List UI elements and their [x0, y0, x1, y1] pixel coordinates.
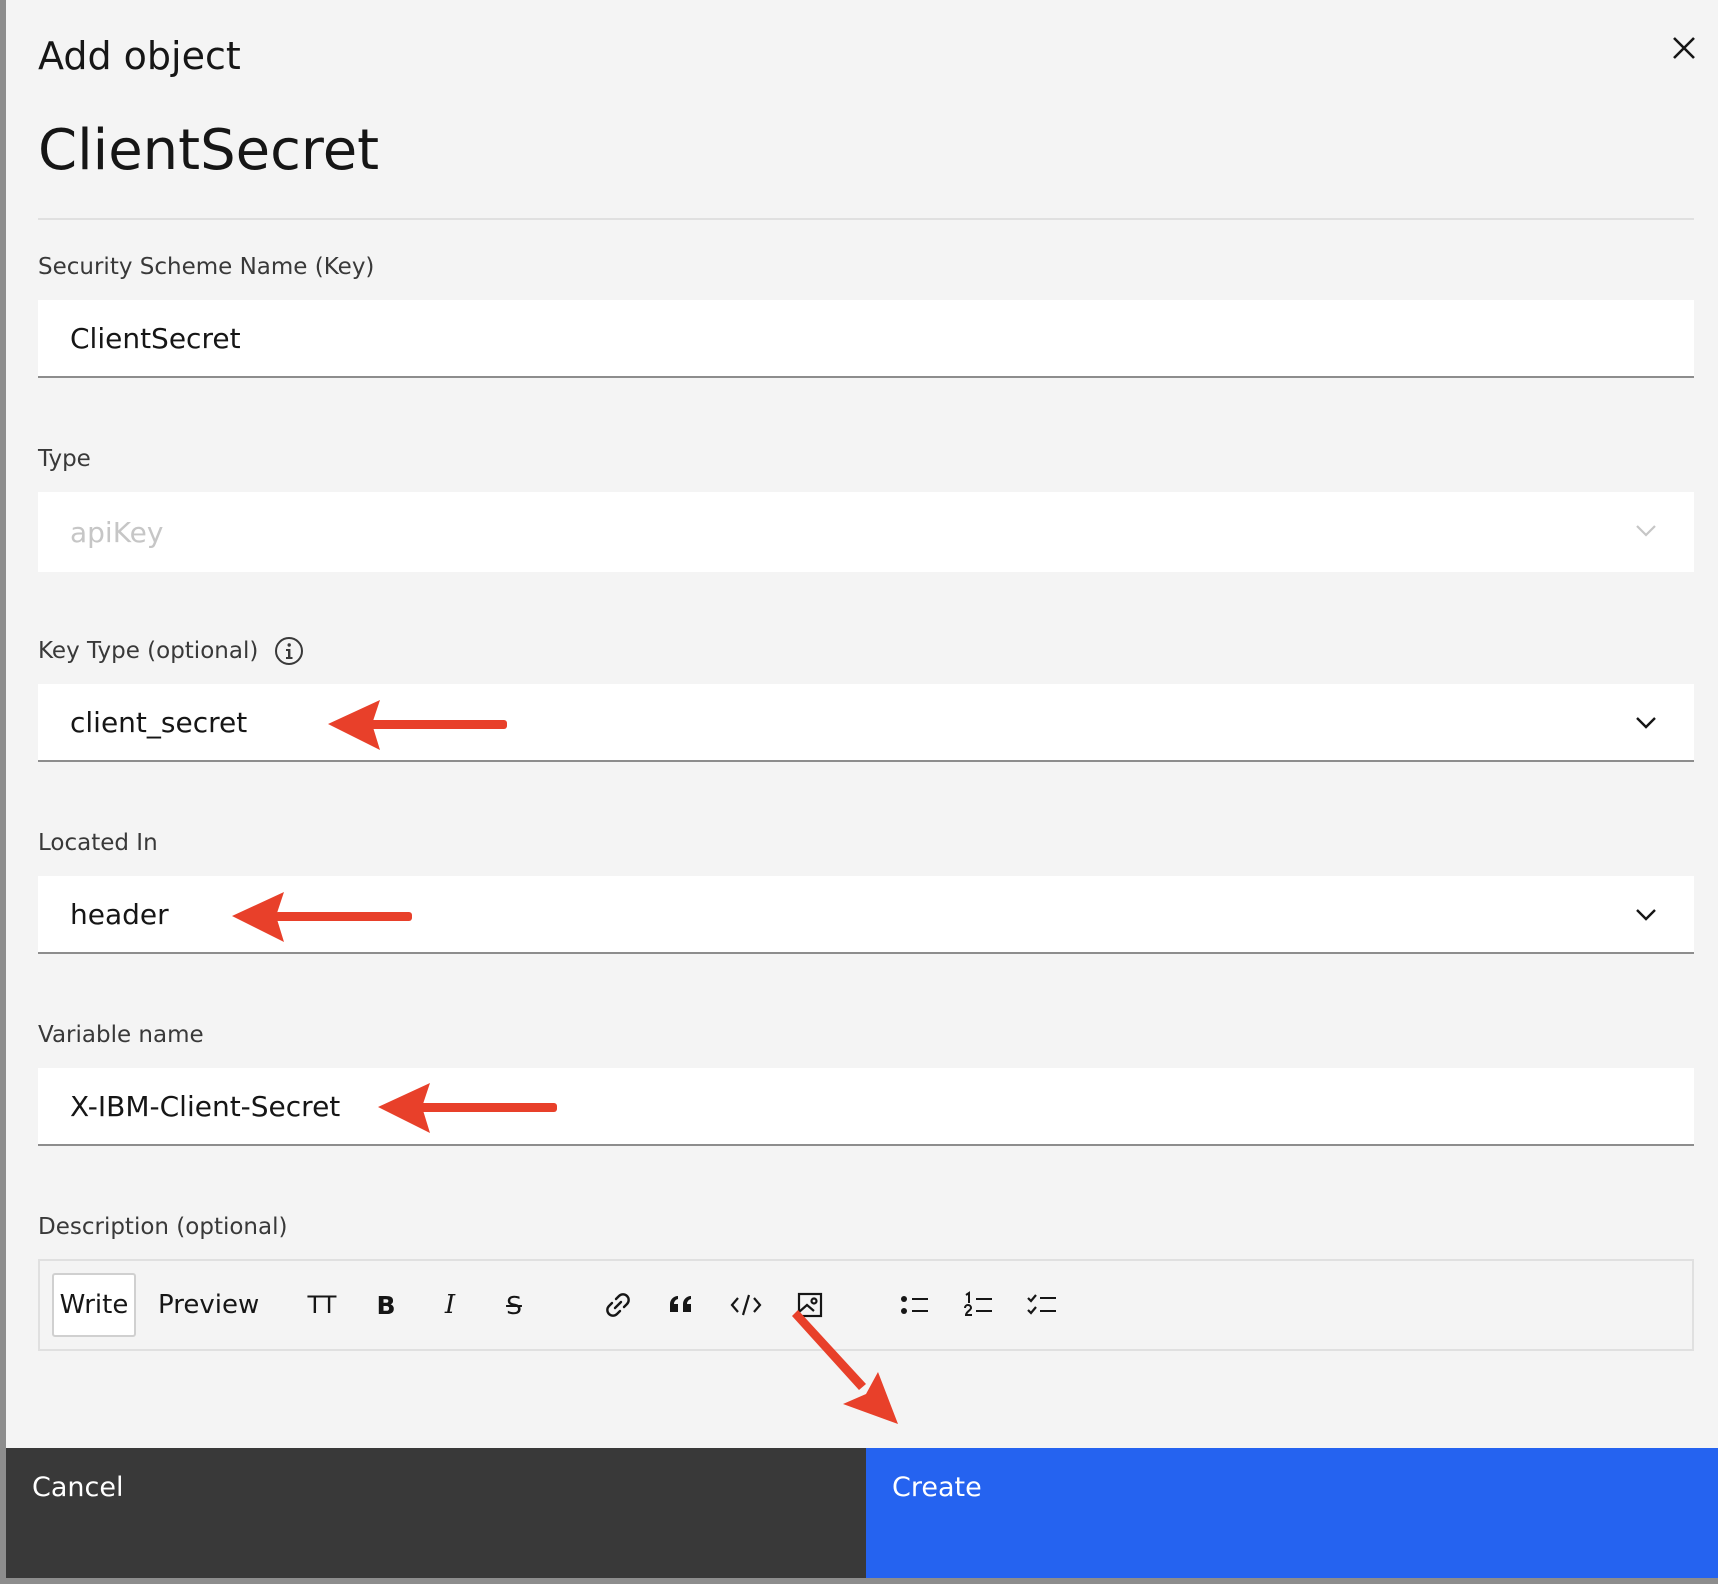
annotation-arrows: [232, 700, 898, 1424]
arrow-left-icon: [378, 1083, 557, 1133]
arrow-left-icon: [232, 892, 412, 942]
arrow-left-icon: [328, 700, 507, 750]
arrow-down-right-icon: [792, 1310, 898, 1424]
